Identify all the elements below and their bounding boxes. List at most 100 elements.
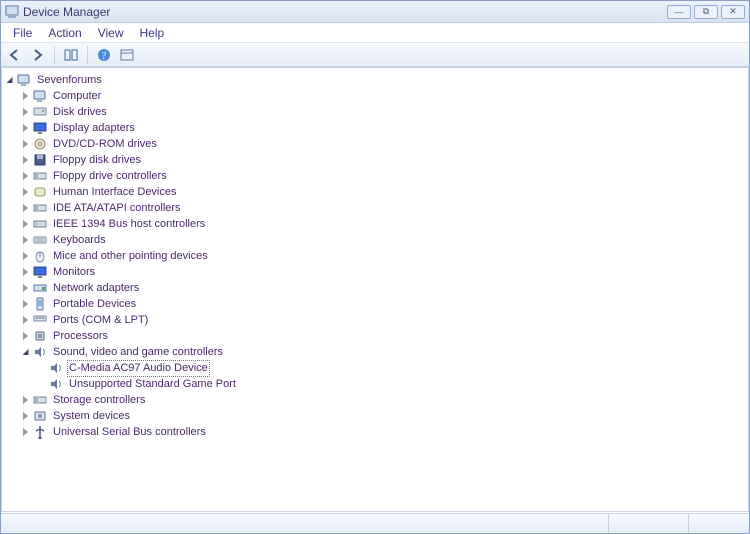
storage-icon (32, 393, 48, 407)
expand-collapse-toggle[interactable] (20, 299, 31, 310)
toolbar-separator (87, 46, 88, 64)
close-button[interactable]: ✕ (721, 5, 745, 19)
expand-collapse-toggle[interactable] (20, 395, 31, 406)
toolbar: ? (1, 43, 749, 67)
back-icon (8, 49, 22, 61)
forward-button[interactable] (28, 46, 48, 64)
expand-collapse-toggle[interactable] (20, 315, 31, 326)
tree-spacer (36, 379, 47, 390)
maximize-button[interactable]: ⧉ (694, 5, 718, 19)
tree-item-label[interactable]: Keyboards (51, 233, 108, 248)
expand-collapse-toggle[interactable] (20, 123, 31, 134)
tree-item-label[interactable]: Ports (COM & LPT) (51, 313, 150, 328)
computer-icon (16, 73, 32, 87)
help-icon: ? (97, 48, 111, 62)
expand-collapse-toggle[interactable] (20, 91, 31, 102)
portable-icon (32, 297, 48, 311)
statusbar (1, 513, 749, 533)
usb-icon (32, 425, 48, 439)
tree-item-label[interactable]: System devices (51, 409, 132, 424)
mouse-icon (32, 249, 48, 263)
tree-item-label[interactable]: Sound, video and game controllers (51, 345, 225, 360)
expand-collapse-toggle[interactable] (20, 427, 31, 438)
expand-collapse-toggle[interactable] (20, 331, 31, 342)
tree-item-label[interactable]: Human Interface Devices (51, 185, 179, 200)
expand-collapse-toggle[interactable] (20, 107, 31, 118)
expand-collapse-toggle[interactable] (20, 267, 31, 278)
network-icon (32, 281, 48, 295)
tree-item-label[interactable]: Display adapters (51, 121, 137, 136)
sound-icon (32, 345, 48, 359)
status-segment (1, 514, 609, 533)
monitor-icon (32, 265, 48, 279)
toolbar-separator (54, 46, 55, 64)
help-button[interactable]: ? (94, 46, 114, 64)
tree-item-label[interactable]: IEEE 1394 Bus host controllers (51, 217, 207, 232)
expand-collapse-toggle[interactable] (20, 283, 31, 294)
tree-item-label[interactable]: Sevenforums (35, 73, 104, 88)
cpu-icon (32, 329, 48, 343)
window-title: Device Manager (23, 5, 664, 19)
expand-collapse-toggle[interactable] (20, 251, 31, 262)
expand-collapse-toggle[interactable] (20, 219, 31, 230)
display-icon (32, 121, 48, 135)
svg-text:?: ? (102, 51, 107, 62)
device-tree[interactable]: SevenforumsComputerDisk drivesDisplay ad… (4, 72, 748, 440)
status-segment (609, 514, 689, 533)
tree-item-label[interactable]: DVD/CD-ROM drives (51, 137, 159, 152)
menu-help[interactable]: Help (132, 24, 173, 42)
floppy-ctrl-icon (32, 169, 48, 183)
ieee-icon (32, 217, 48, 231)
minimize-button[interactable]: — (667, 5, 691, 19)
tree-item-label[interactable]: Processors (51, 329, 110, 344)
tree-item-label[interactable]: Storage controllers (51, 393, 147, 408)
expand-collapse-toggle[interactable] (20, 171, 31, 182)
tree-item-label[interactable]: C-Media AC97 Audio Device (67, 360, 210, 377)
keyboard-icon (32, 233, 48, 247)
tree-item-label[interactable]: Disk drives (51, 105, 109, 120)
hid-icon (32, 185, 48, 199)
ports-icon (32, 313, 48, 327)
menubar: File Action View Help (1, 23, 749, 43)
back-button[interactable] (5, 46, 25, 64)
device-tree-pane: SevenforumsComputerDisk drivesDisplay ad… (1, 67, 749, 512)
show-hide-console-button[interactable] (61, 46, 81, 64)
computer-icon (32, 89, 48, 103)
menu-action[interactable]: Action (40, 24, 89, 42)
menu-file[interactable]: File (5, 24, 40, 42)
expand-collapse-toggle[interactable] (4, 75, 15, 86)
ide-icon (32, 201, 48, 215)
status-segment (689, 514, 749, 533)
tree-item-label[interactable]: Floppy disk drives (51, 153, 143, 168)
system-icon (32, 409, 48, 423)
disk-icon (32, 105, 48, 119)
tree-item-label[interactable]: Floppy drive controllers (51, 169, 169, 184)
sound-icon (48, 361, 64, 375)
sound-icon (48, 377, 64, 391)
tree-item-label[interactable]: Monitors (51, 265, 97, 280)
expand-collapse-toggle[interactable] (20, 155, 31, 166)
tree-item-label[interactable]: Mice and other pointing devices (51, 249, 210, 264)
expand-collapse-toggle[interactable] (20, 347, 31, 358)
tree-item-label[interactable]: Universal Serial Bus controllers (51, 425, 208, 440)
tree-item-label[interactable]: Portable Devices (51, 297, 138, 312)
dvd-icon (32, 137, 48, 151)
tree-item-label[interactable]: Network adapters (51, 281, 141, 296)
forward-icon (31, 49, 45, 61)
tree-item-label[interactable]: Computer (51, 89, 103, 104)
tree-item-label[interactable]: Unsupported Standard Game Port (67, 377, 238, 392)
properties-button[interactable] (117, 46, 137, 64)
expand-collapse-toggle[interactable] (20, 139, 31, 150)
expand-collapse-toggle[interactable] (20, 187, 31, 198)
titlebar: Device Manager — ⧉ ✕ (1, 1, 749, 23)
floppy-icon (32, 153, 48, 167)
tree-item-label[interactable]: IDE ATA/ATAPI controllers (51, 201, 183, 216)
expand-collapse-toggle[interactable] (20, 235, 31, 246)
expand-collapse-toggle[interactable] (20, 411, 31, 422)
menu-view[interactable]: View (90, 24, 132, 42)
show-hide-console-icon (64, 49, 78, 61)
tree-spacer (36, 363, 47, 374)
properties-icon (120, 49, 134, 61)
app-icon (5, 5, 19, 19)
expand-collapse-toggle[interactable] (20, 203, 31, 214)
